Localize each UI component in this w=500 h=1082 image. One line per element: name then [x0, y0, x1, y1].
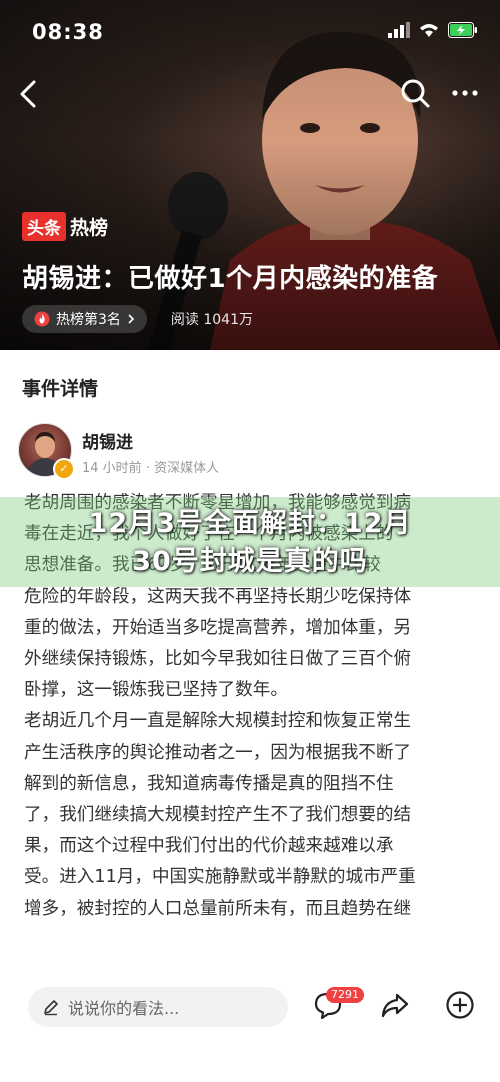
comment-input[interactable]: 说说你的看法...: [28, 987, 288, 1027]
status-time: 08:38: [32, 20, 104, 44]
content-area: 事件详情 ✓ 胡锡进 14 小时前 · 资深媒体人 老胡周围的感染者不断零星增加…: [0, 350, 500, 990]
bottom-bar: 说说你的看法... 7291: [0, 975, 500, 1045]
add-icon[interactable]: [444, 989, 476, 1021]
status-bar: 08:38: [0, 0, 500, 60]
article-line: 重的做法，开始适当多吃提高营养，增加体重，另: [24, 617, 412, 638]
article-line: 卧撑，这一锻炼我已坚持了数年。: [24, 680, 288, 701]
article-line: 外继续保持锻炼，比如今早我如往日做了三百个俯: [24, 649, 412, 670]
overlay-title-line: 12月3号全面解封：12月: [88, 508, 412, 539]
share-icon[interactable]: [379, 989, 411, 1021]
overlay-title-line: 30号封城是真的吗: [132, 546, 368, 577]
flame-icon: [34, 311, 50, 327]
article-line: 果，而这个过程中我们付出的代价越来越难以承: [24, 836, 394, 857]
read-count: 阅读 1041万: [170, 312, 254, 328]
article-line: 了，我们继续搞大规模封控产生不了我们想要的结: [24, 805, 412, 826]
home-indicator-area: [0, 1045, 500, 1082]
author-meta: 14 小时前 · 资深媒体人: [82, 461, 220, 476]
more-icon[interactable]: [450, 78, 480, 108]
comment-count-badge: 7291: [326, 987, 364, 1003]
headline: 胡锡进：已做好1个月内感染的准备: [22, 264, 439, 294]
badge-toutiao: 头条: [22, 212, 66, 241]
article-line: 老胡近几个月一直是解除大规模封控和恢复正常生: [24, 711, 412, 732]
signal-icon: [388, 22, 410, 38]
chevron-right-icon: [128, 314, 135, 324]
article-line: 增多，被封控的人口总量前所未有，而且趋势在继: [24, 898, 412, 919]
section-title: 事件详情: [22, 378, 99, 400]
rank-row: 热榜第3名 阅读 1041万: [22, 305, 253, 333]
badge-hotlist: 热榜: [70, 217, 109, 239]
wifi-icon: [420, 24, 438, 37]
verified-badge-icon: ✓: [53, 458, 75, 480]
search-icon[interactable]: [398, 76, 432, 110]
pencil-icon: [44, 1000, 58, 1016]
article-line: 产生活秩序的舆论推动者之一，因为根据我不断了: [24, 742, 412, 763]
hot-rank-button[interactable]: 热榜第3名: [22, 305, 147, 333]
article-line: 解到的新信息，我知道病毒传播是真的阻挡不住: [24, 773, 394, 794]
hot-rank-label: 热榜第3名: [56, 312, 121, 328]
back-icon[interactable]: [14, 76, 44, 112]
top-nav: [0, 70, 500, 120]
overlay-title: 12月3号全面解封：12月 30号封城是真的吗: [0, 505, 500, 581]
hot-list-badge: 头条 热榜: [22, 212, 108, 241]
battery-icon: [448, 22, 477, 38]
comment-placeholder: 说说你的看法...: [68, 999, 180, 1018]
author-name[interactable]: 胡锡进: [82, 428, 133, 453]
article-line: 受。进入11月，中国实施静默或半静默的城市严重: [24, 867, 416, 888]
